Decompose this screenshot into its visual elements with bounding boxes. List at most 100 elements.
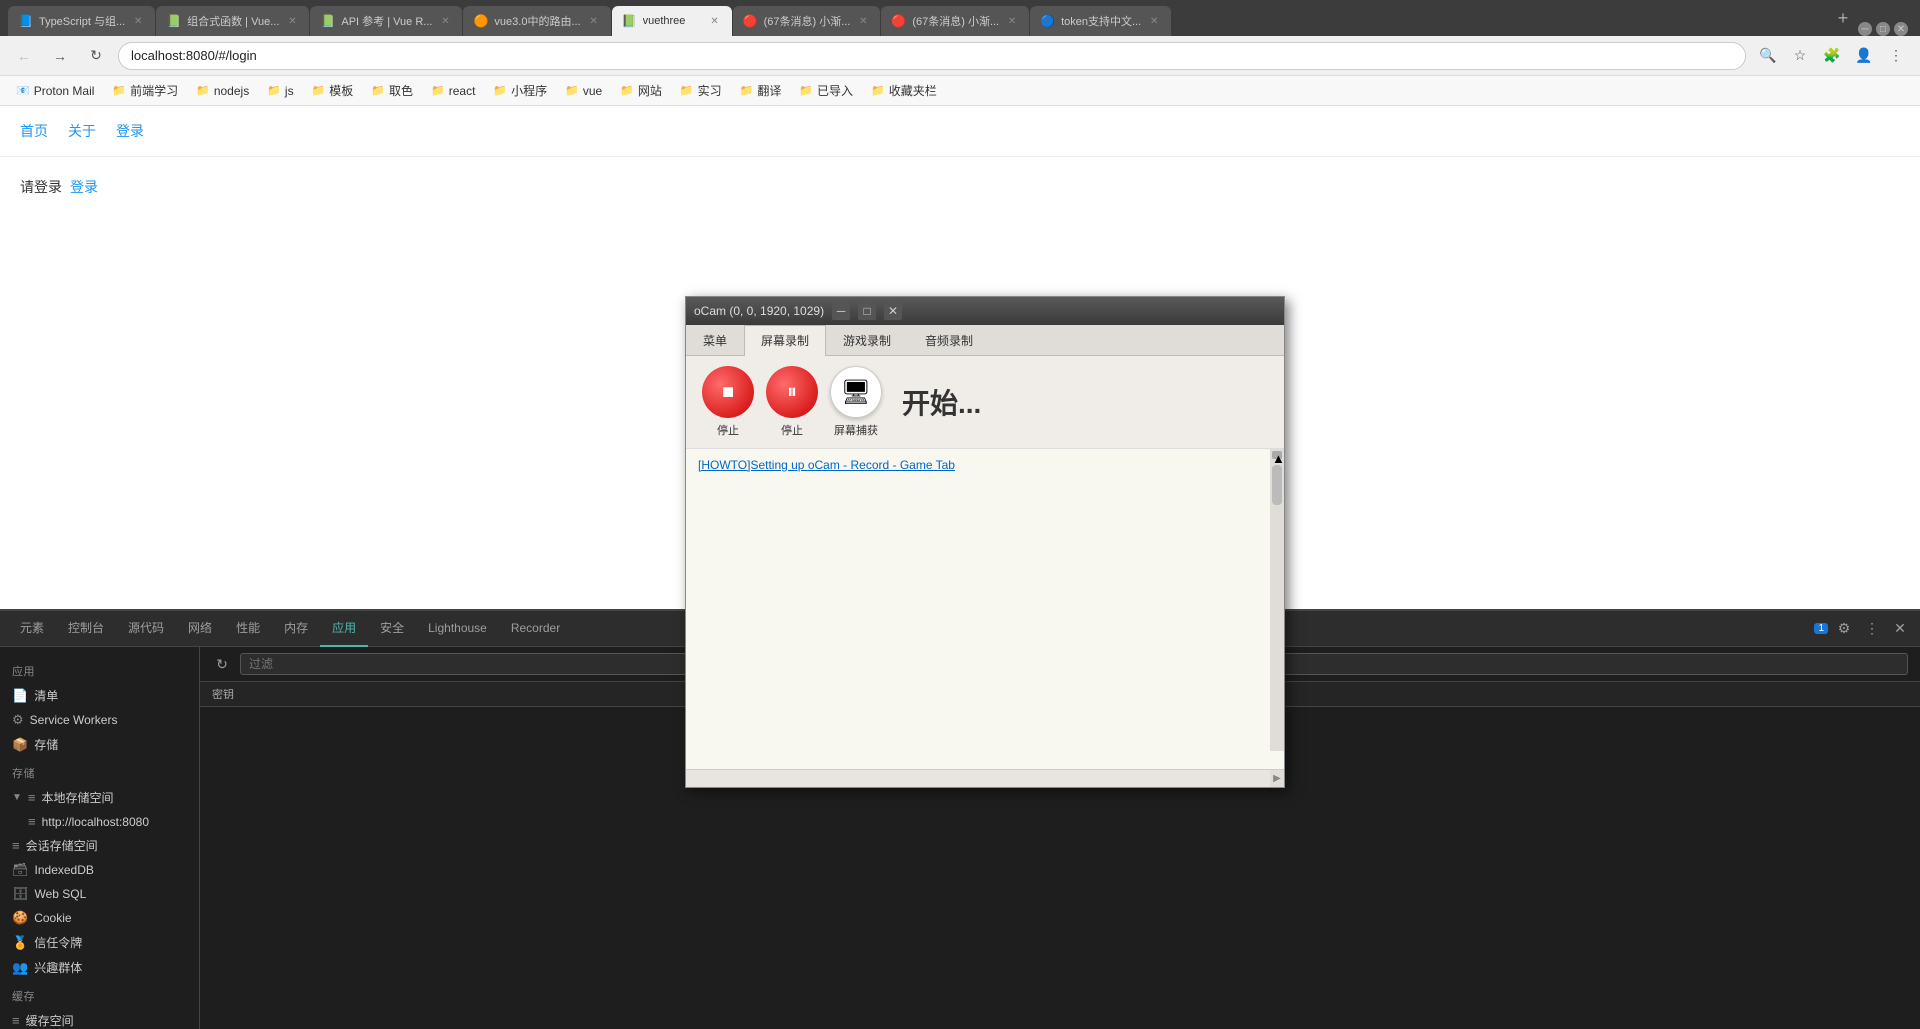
nav-bar: ← → ↻ localhost:8080/#/login 🔍 ☆ 🧩 👤 ⋮	[0, 36, 1920, 76]
ocam-tab-game[interactable]: 游戏录制	[826, 325, 908, 355]
nav-home[interactable]: 首页	[20, 121, 48, 141]
sidebar-icon: ⚙	[12, 712, 24, 728]
sidebar-item-存储[interactable]: 📦 存储	[0, 732, 199, 757]
ocam-hscrollbar[interactable]: ▶	[686, 769, 1284, 787]
ocam-tab-menu[interactable]: 菜单	[686, 325, 744, 355]
browser-tab-tab3[interactable]: 📗 API 参考 | Vue R... ✕	[310, 6, 462, 36]
sidebar-item-兴趣群体[interactable]: 👥 兴趣群体	[0, 955, 199, 980]
sidebar-item-http://localhost:8080[interactable]: ≡ http://localhost:8080	[0, 810, 199, 833]
devtools-tab-security[interactable]: 安全	[368, 611, 416, 647]
browser-tab-tab8[interactable]: 🔵 token支持中文... ✕	[1030, 6, 1171, 36]
devtools-tab-network[interactable]: 网络	[176, 611, 224, 647]
bookmark-前端学习[interactable]: 前端学习	[104, 80, 186, 101]
devtools-more-icon[interactable]: ⋮	[1860, 617, 1884, 641]
page-body: 请登录 登录	[0, 157, 1920, 217]
new-tab-button[interactable]: +	[1829, 4, 1857, 32]
close-browser-button[interactable]: ✕	[1894, 22, 1908, 36]
bookmark-实习[interactable]: 实习	[672, 80, 730, 101]
sidebar-item-清单[interactable]: 📄 清单	[0, 683, 199, 708]
bookmark-icon[interactable]: ☆	[1786, 42, 1814, 70]
ocam-pause-button[interactable]: ⏸ 停止	[766, 366, 818, 438]
forward-button[interactable]: →	[46, 42, 74, 70]
devtools-tab-memory[interactable]: 内存	[272, 611, 320, 647]
ocam-stop-button[interactable]: ■ 停止	[702, 366, 754, 438]
ocam-title: oCam (0, 0, 1920, 1029)	[694, 304, 824, 318]
pause-label: 停止	[781, 422, 803, 438]
login-link[interactable]: 登录	[70, 177, 98, 197]
nav-about[interactable]: 关于	[68, 121, 96, 141]
browser-tab-tab2[interactable]: 📗 组合式函数 | Vue... ✕	[156, 6, 309, 36]
nav-login[interactable]: 登录	[116, 121, 144, 141]
sidebar-item-本地存储空间[interactable]: ▼ ≡ 本地存储空间	[0, 785, 199, 810]
tab-close-tab1[interactable]: ✕	[131, 14, 145, 28]
browser-tab-tab5[interactable]: 📗 vuethree ✕	[612, 6, 732, 36]
sidebar-item-Service-Workers[interactable]: ⚙ Service Workers	[0, 708, 199, 732]
tab-close-tab7[interactable]: ✕	[1005, 14, 1019, 28]
sidebar-label: Service Workers	[30, 713, 118, 727]
devtools-badge: 1	[1814, 623, 1828, 634]
bookmark-网站[interactable]: 网站	[612, 80, 670, 101]
maximize-button[interactable]: □	[1876, 22, 1890, 36]
bookmark-label: 前端学习	[130, 82, 178, 99]
ocam-restore-button[interactable]: □	[858, 302, 876, 320]
ocam-close-button[interactable]: ✕	[884, 302, 902, 320]
sidebar-item-会话存储空间[interactable]: ≡ 会话存储空间	[0, 833, 199, 858]
bookmark-Proton Mail[interactable]: 📧Proton Mail	[8, 80, 102, 101]
sidebar-item-Cookie[interactable]: 🍪 Cookie	[0, 906, 199, 930]
sidebar-item-Web-SQL[interactable]: 🗄 Web SQL	[0, 882, 199, 906]
content-area: 首页 关于 登录 请登录 登录 元素控制台源代码网络性能内存应用安全Lighth…	[0, 106, 1920, 1029]
browser-tab-tab6[interactable]: 🔴 (67条消息) 小渐... ✕	[733, 6, 881, 36]
menu-icon[interactable]: ⋮	[1882, 42, 1910, 70]
sidebar-item-信任令牌[interactable]: 🏅 信任令牌	[0, 930, 199, 955]
tab-title-tab3: API 参考 | Vue R...	[341, 13, 432, 29]
bookmark-label: Proton Mail	[34, 84, 95, 98]
devtools-tab-recorder[interactable]: Recorder	[499, 611, 572, 647]
devtools-tab-application[interactable]: 应用	[320, 611, 368, 647]
ocam-tab-screen[interactable]: 屏幕录制	[744, 325, 826, 356]
tab-close-tab8[interactable]: ✕	[1147, 14, 1161, 28]
tab-close-tab5[interactable]: ✕	[708, 14, 722, 28]
bookmark-收藏夹栏[interactable]: 收藏夹栏	[863, 80, 945, 101]
tab-close-tab6[interactable]: ✕	[856, 14, 870, 28]
devtools-tab-sources[interactable]: 源代码	[116, 611, 176, 647]
bookmark-label: 收藏夹栏	[889, 82, 937, 99]
search-icon[interactable]: 🔍	[1754, 42, 1782, 70]
bookmark-vue[interactable]: vue	[557, 80, 610, 101]
devtools-tab-lighthouse[interactable]: Lighthouse	[416, 611, 499, 647]
bookmark-已导入[interactable]: 已导入	[791, 80, 861, 101]
sidebar-item-缓存空间[interactable]: ≡ 缓存空间	[0, 1008, 199, 1029]
ocam-minimize-button[interactable]: ─	[832, 302, 850, 320]
extensions-icon[interactable]: 🧩	[1818, 42, 1846, 70]
devtools-tab-performance[interactable]: 性能	[224, 611, 272, 647]
ocam-tab-audio[interactable]: 音频录制	[908, 325, 990, 355]
browser-tab-tab4[interactable]: 🟠 vue3.0中的路由... ✕	[463, 6, 610, 36]
back-button[interactable]: ←	[10, 42, 38, 70]
bookmark-label: 翻译	[757, 82, 781, 99]
devtools-tab-console[interactable]: 控制台	[56, 611, 116, 647]
address-bar[interactable]: localhost:8080/#/login	[118, 42, 1746, 70]
tab-close-tab4[interactable]: ✕	[587, 14, 601, 28]
bookmark-模板[interactable]: 模板	[304, 80, 362, 101]
reload-button[interactable]: ↻	[82, 42, 110, 70]
bookmark-react[interactable]: react	[423, 80, 483, 101]
devtools-close-icon[interactable]: ✕	[1888, 617, 1912, 641]
tab-close-tab3[interactable]: ✕	[438, 14, 452, 28]
profile-icon[interactable]: 👤	[1850, 42, 1878, 70]
refresh-button[interactable]: ↻	[212, 654, 232, 674]
bookmark-翻译[interactable]: 翻译	[732, 80, 790, 101]
bookmark-nodejs[interactable]: nodejs	[188, 80, 257, 101]
browser-tab-tab7[interactable]: 🔴 (67条消息) 小渐... ✕	[881, 6, 1029, 36]
devtools-settings-icon[interactable]: ⚙	[1832, 617, 1856, 641]
bookmark-小程序[interactable]: 小程序	[485, 80, 555, 101]
bookmarks-bar: 📧Proton Mail 前端学习 nodejsjs模板取色react小程序vue网…	[0, 76, 1920, 106]
browser-tab-tab1[interactable]: 📘 TypeScript 与组... ✕	[8, 6, 155, 36]
ocam-capture-button[interactable]: 🖥 屏幕捕获	[830, 366, 882, 438]
bookmark-取色[interactable]: 取色	[363, 80, 421, 101]
tab-close-tab2[interactable]: ✕	[285, 14, 299, 28]
minimize-button[interactable]: ─	[1858, 22, 1872, 36]
devtools-tab-elements[interactable]: 元素	[8, 611, 56, 647]
sidebar-item-IndexedDB[interactable]: 🗃 IndexedDB	[0, 858, 199, 882]
bookmark-js[interactable]: js	[259, 80, 301, 101]
ocam-vscrollbar[interactable]: ▲	[1270, 449, 1284, 751]
ocam-howto-link[interactable]: [HOWTO]Setting up oCam - Record - Game T…	[698, 458, 955, 472]
